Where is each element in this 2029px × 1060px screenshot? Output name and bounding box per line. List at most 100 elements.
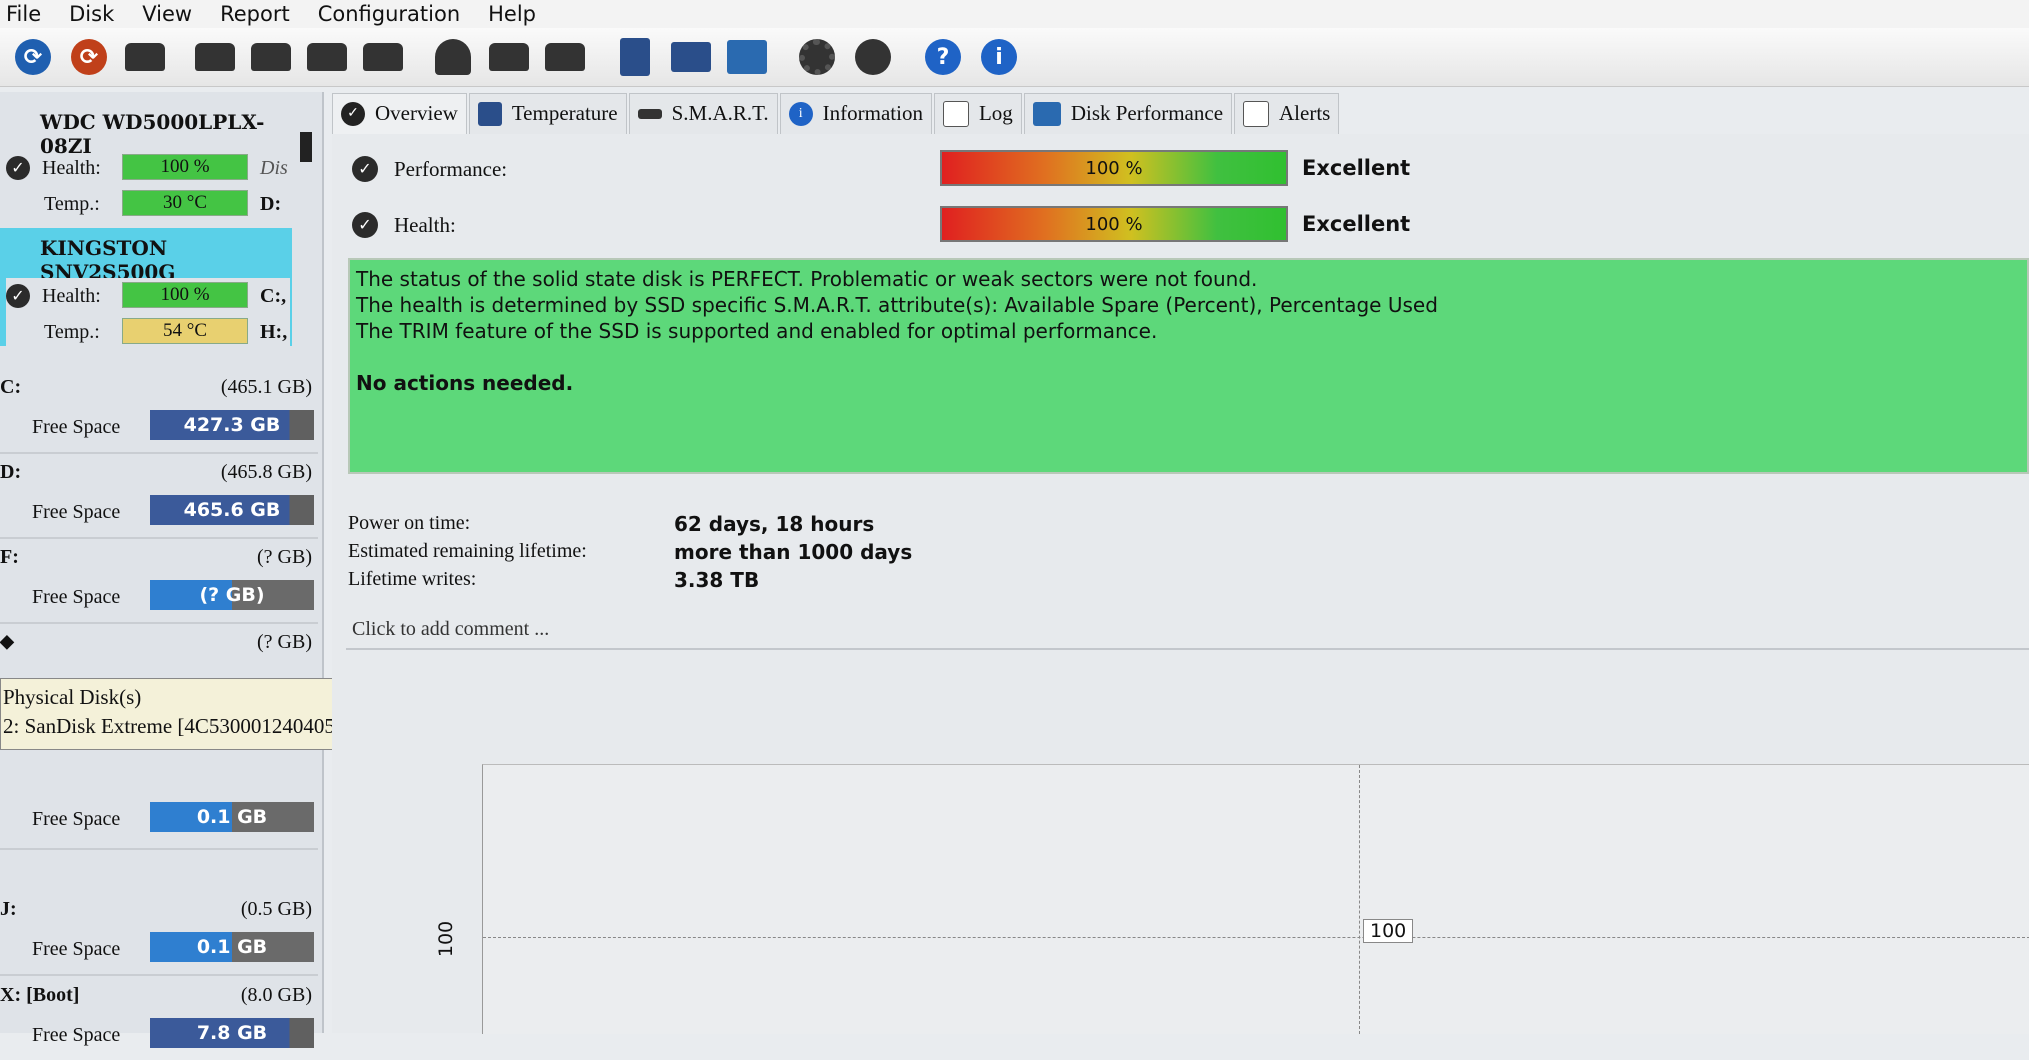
performance-label: Performance: bbox=[394, 156, 508, 181]
volume-letter: J: bbox=[0, 898, 17, 920]
volume-capacity: (? GB) bbox=[257, 546, 312, 568]
performance-row: ✓ Performance: bbox=[352, 156, 507, 182]
tab-overview[interactable]: ✓ Overview bbox=[332, 92, 467, 134]
thermometer-icon bbox=[477, 101, 502, 126]
volume-letter: D: bbox=[0, 461, 22, 483]
lifetime-writes-row: Lifetime writes: 3.38 TB bbox=[348, 568, 759, 592]
tab-label: Information bbox=[822, 101, 923, 125]
help-button[interactable]: ? bbox=[920, 34, 966, 80]
disk-name: WDC WD5000LPLX-08ZI bbox=[40, 110, 265, 158]
menu-configuration[interactable]: Configuration bbox=[318, 2, 460, 26]
health-label: Health: bbox=[42, 284, 101, 307]
health-label: Health: bbox=[42, 156, 101, 179]
health-check-icon: ✓ bbox=[6, 284, 30, 308]
volume-letter: X: [Boot] bbox=[0, 984, 80, 1006]
info-icon: i bbox=[981, 39, 1017, 75]
tab-bar: ✓ Overview Temperature S.M.A.R.T. i Info… bbox=[332, 92, 1341, 134]
comment-field[interactable]: Click to add comment ... bbox=[346, 610, 2029, 650]
speaker-icon bbox=[855, 39, 891, 75]
disk-arrow-icon bbox=[545, 43, 585, 71]
status-message-box: The status of the solid state disk is PE… bbox=[348, 258, 2029, 474]
tab-alerts[interactable]: Alerts bbox=[1234, 92, 1340, 134]
disk-schedule-button[interactable] bbox=[248, 34, 294, 80]
health-history-chart: 100 bbox=[482, 764, 2029, 1034]
disk-button-6[interactable] bbox=[486, 34, 532, 80]
refresh-button[interactable]: ⟳ bbox=[10, 34, 56, 80]
tab-temperature[interactable]: Temperature bbox=[468, 92, 627, 134]
volume-x-boot[interactable]: X: [Boot] (8.0 GB) Free Space 7.8 GB bbox=[0, 976, 318, 1060]
volume-j[interactable]: J: (0.5 GB) Free Space 0.1 GB bbox=[0, 890, 318, 976]
report-icon bbox=[620, 38, 650, 76]
health-bar: 100 % bbox=[940, 206, 1288, 242]
tab-log[interactable]: Log bbox=[933, 92, 1022, 134]
free-space-label: Free Space bbox=[32, 1024, 121, 1046]
hdd-icon bbox=[195, 43, 235, 71]
refresh-warning-icon: ⟳ bbox=[71, 39, 107, 75]
health-rating: Excellent bbox=[1302, 212, 1411, 236]
menu-help[interactable]: Help bbox=[488, 2, 536, 26]
about-button[interactable]: i bbox=[976, 34, 1022, 80]
status-line-2: The health is determined by SSD specific… bbox=[356, 293, 1438, 317]
health-label: Health: bbox=[394, 212, 456, 237]
volume-usb[interactable]: Free Space 0.1 GB bbox=[0, 792, 318, 850]
disk-item-wdc[interactable]: WDC WD5000LPLX-08ZI ✓ Health: 100 % Dis … bbox=[0, 102, 292, 220]
disk-list-scrollbar[interactable] bbox=[300, 132, 312, 162]
alerts-icon bbox=[1243, 100, 1270, 127]
refresh-icon: ⟳ bbox=[15, 39, 51, 75]
disk-check-button[interactable] bbox=[304, 34, 350, 80]
free-space-label: Free Space bbox=[32, 938, 121, 960]
volume-d[interactable]: D: (465.8 GB) Free Space 465.6 GB bbox=[0, 453, 318, 539]
menu-bar: File Disk View Report Configuration Help bbox=[0, 0, 2029, 28]
free-space-bar: 427.3 GB bbox=[150, 410, 314, 440]
hdd-clock-icon bbox=[251, 43, 291, 71]
power-on-value: 62 days, 18 hours bbox=[674, 512, 875, 536]
health-bar: 100 % bbox=[122, 154, 248, 180]
menu-view[interactable]: View bbox=[142, 2, 192, 26]
disk-list-icon bbox=[125, 43, 165, 71]
status-line-1: The status of the solid state disk is PE… bbox=[356, 267, 1258, 291]
free-space-label: Free Space bbox=[32, 586, 121, 608]
disk-drive-letters: D: bbox=[260, 192, 282, 215]
drive-icon bbox=[637, 108, 662, 119]
temp-label: Temp.: bbox=[44, 192, 100, 215]
disk-button-7[interactable] bbox=[542, 34, 588, 80]
report-button[interactable] bbox=[612, 34, 658, 80]
volume-capacity: (0.5 GB) bbox=[240, 898, 312, 920]
health-check-icon: ✓ bbox=[6, 156, 30, 180]
volume-c[interactable]: C: (465.1 GB) Free Space 427.3 GB bbox=[0, 368, 318, 454]
info-icon: i bbox=[788, 101, 813, 126]
disk-button-1[interactable] bbox=[192, 34, 238, 80]
menu-disk[interactable]: Disk bbox=[69, 2, 114, 26]
hdd-check-icon bbox=[307, 43, 347, 71]
performance-bar: 100 % bbox=[940, 150, 1288, 186]
disk-drive-letters: C:, bbox=[260, 284, 287, 307]
tab-information[interactable]: i Information bbox=[779, 92, 932, 134]
email-button[interactable] bbox=[668, 34, 714, 80]
sound-button[interactable] bbox=[850, 34, 896, 80]
temp-label: Temp.: bbox=[44, 320, 100, 343]
menu-file[interactable]: File bbox=[6, 2, 41, 26]
email-icon bbox=[671, 42, 711, 72]
tab-label: Temperature bbox=[511, 101, 618, 125]
volume-capacity: (465.1 GB) bbox=[220, 376, 312, 398]
hdd-search-icon bbox=[363, 43, 403, 71]
temp-bar: 30 °C bbox=[122, 190, 248, 216]
remaining-lifetime-row: Estimated remaining lifetime: more than … bbox=[348, 540, 912, 564]
settings-button[interactable] bbox=[794, 34, 840, 80]
check-circle-icon: ✓ bbox=[341, 101, 365, 126]
refresh-alert-button[interactable]: ⟳ bbox=[66, 34, 112, 80]
performance-rating: Excellent bbox=[1302, 156, 1411, 180]
monitor-button[interactable] bbox=[724, 34, 770, 80]
status-line-3: The TRIM feature of the SSD is supported… bbox=[356, 319, 1158, 343]
menu-report[interactable]: Report bbox=[220, 2, 290, 26]
free-space-bar: 7.8 GB bbox=[150, 1018, 314, 1048]
volume-f[interactable]: F: (? GB) Free Space (? GB) bbox=[0, 538, 318, 624]
disk-panel: WDC WD5000LPLX-08ZI ✓ Health: 100 % Dis … bbox=[0, 92, 324, 1048]
disk-item-kingston[interactable]: KINGSTON SNV2S500G ✓ Health: 100 % C:, T… bbox=[0, 228, 292, 348]
tab-smart[interactable]: S.M.A.R.T. bbox=[628, 92, 778, 134]
disk-search-button[interactable] bbox=[360, 34, 406, 80]
tab-disk-performance[interactable]: Disk Performance bbox=[1023, 92, 1233, 134]
disk-list-button[interactable] bbox=[122, 34, 168, 80]
free-space-bar: 465.6 GB bbox=[150, 495, 314, 525]
disk-button-5[interactable] bbox=[430, 34, 476, 80]
